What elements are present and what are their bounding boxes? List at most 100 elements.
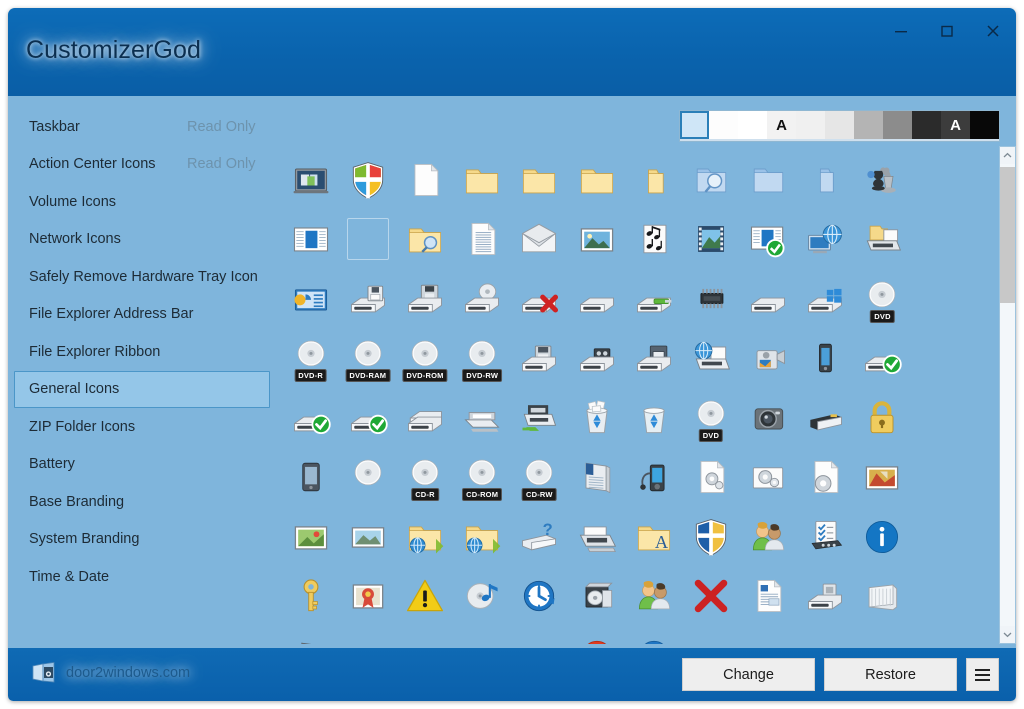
sidebar-item-time-date[interactable]: Time & Date: [14, 558, 270, 596]
restore-button[interactable]: Restore: [824, 658, 957, 691]
drive-error-icon[interactable]: [511, 269, 568, 329]
config-file-icon[interactable]: [682, 448, 739, 508]
printer-icon[interactable]: [568, 507, 625, 567]
ram-module-icon[interactable]: [854, 567, 911, 627]
clock-history-icon[interactable]: [511, 567, 568, 627]
windows-drive-icon[interactable]: [797, 269, 854, 329]
close-button[interactable]: [970, 8, 1016, 54]
folder-search-icon[interactable]: [396, 210, 453, 270]
folder-open-icon[interactable]: [568, 150, 625, 210]
floppy-drive-icon[interactable]: [339, 269, 396, 329]
swatch-gray-70[interactable]: [854, 111, 883, 139]
media-player-device-icon[interactable]: [625, 448, 682, 508]
key-icon[interactable]: [282, 567, 339, 627]
scroll-up-button[interactable]: [1000, 147, 1015, 164]
swatch-letter-a-light[interactable]: A: [767, 111, 796, 139]
blue-folder-narrow-icon[interactable]: [797, 150, 854, 210]
picture-file-icon[interactable]: [568, 210, 625, 270]
sidebar-item-base-branding[interactable]: Base Branding: [14, 483, 270, 521]
audio-cd-icon[interactable]: [339, 448, 396, 508]
swatch-dark-checker[interactable]: [912, 111, 941, 139]
tablet-icon[interactable]: [282, 626, 339, 644]
dvd-ram-drive-icon[interactable]: DVD-RAM: [339, 329, 396, 389]
drive-checked-icon[interactable]: [339, 388, 396, 448]
image-file-icon[interactable]: [854, 448, 911, 508]
image-file-icon[interactable]: [282, 507, 339, 567]
sidebar-item-network-icons[interactable]: Network Icons: [14, 221, 270, 259]
task-checklist-icon[interactable]: [797, 507, 854, 567]
cd-r-drive-icon[interactable]: CD-R: [396, 448, 453, 508]
windows-defender-shield-icon[interactable]: [339, 150, 396, 210]
blue-folder-icon[interactable]: [740, 150, 797, 210]
printer-network-icon[interactable]: [511, 388, 568, 448]
fonts-folder-icon[interactable]: A: [625, 507, 682, 567]
executable-file-icon[interactable]: [797, 448, 854, 508]
sidebar-item-volume-icons[interactable]: Volume Icons: [14, 183, 270, 221]
scroll-down-button[interactable]: [1000, 626, 1015, 643]
swatch-light-checker[interactable]: [738, 111, 767, 139]
network-printer-icon[interactable]: [682, 329, 739, 389]
recycle-bin-empty-icon[interactable]: [625, 388, 682, 448]
swatch-white[interactable]: [709, 111, 738, 139]
folder-icon[interactable]: [511, 150, 568, 210]
printer-folder-icon[interactable]: [854, 210, 911, 270]
text-document-icon[interactable]: [454, 210, 511, 270]
floppy-disk-icon[interactable]: [568, 448, 625, 508]
memory-chip-icon[interactable]: [682, 269, 739, 329]
swatch-gray-55[interactable]: [883, 111, 912, 139]
mobile-device-icon[interactable]: [797, 329, 854, 389]
presentation-icon[interactable]: [282, 269, 339, 329]
user-accounts-icon[interactable]: [625, 567, 682, 627]
sidebar-item-zip-folder-icons[interactable]: ZIP Folder Icons: [14, 408, 270, 446]
recycle-bin-full-icon[interactable]: [568, 388, 625, 448]
drive-blank-icon[interactable]: [740, 269, 797, 329]
help-icon[interactable]: ?: [625, 626, 682, 644]
empty-slot[interactable]: [339, 210, 396, 270]
brand-link[interactable]: door2windows.com: [32, 661, 190, 685]
drive-icon[interactable]: [396, 269, 453, 329]
optical-drive-icon[interactable]: [454, 269, 511, 329]
network-adapter-icon[interactable]: [339, 626, 396, 644]
warning-icon[interactable]: [396, 567, 453, 627]
lock-icon[interactable]: [854, 388, 911, 448]
sidebar-item-file-explorer-address-bar[interactable]: File Explorer Address Bar: [14, 296, 270, 334]
burn-disc-icon[interactable]: [568, 567, 625, 627]
pda-device-icon[interactable]: [282, 448, 339, 508]
blank-document-icon[interactable]: [396, 150, 453, 210]
swatch-gray-96[interactable]: [796, 111, 825, 139]
dvd-disc-icon[interactable]: DVD: [682, 388, 739, 448]
certificate-icon[interactable]: [339, 567, 396, 627]
dvd-rom-drive-icon[interactable]: DVD-ROM: [396, 329, 453, 389]
dvd-r-drive-icon[interactable]: DVD-R: [282, 329, 339, 389]
music-file-icon[interactable]: [625, 210, 682, 270]
minimize-button[interactable]: [878, 8, 924, 54]
video-file-icon[interactable]: [682, 210, 739, 270]
disabled-device-icon[interactable]: [454, 626, 511, 644]
swatch-letter-a-dark[interactable]: A: [941, 111, 970, 139]
sidebar-item-taskbar[interactable]: TaskbarRead Only: [14, 108, 270, 146]
zip-drive-icon[interactable]: [511, 329, 568, 389]
sidebar-item-file-explorer-ribbon[interactable]: File Explorer Ribbon: [14, 333, 270, 371]
games-icon[interactable]: [854, 150, 911, 210]
remote-window-icon[interactable]: [682, 626, 739, 644]
sidebar-item-general-icons[interactable]: General Icons: [14, 371, 270, 409]
change-button[interactable]: Change: [682, 658, 815, 691]
backup-drive-icon[interactable]: [625, 329, 682, 389]
usb-stick-icon[interactable]: [797, 388, 854, 448]
error-icon[interactable]: [568, 626, 625, 644]
drive-checked-icon[interactable]: [282, 388, 339, 448]
sidebar-item-safely-remove-hardware-tray-icon[interactable]: Safely Remove Hardware Tray Icon: [14, 258, 270, 296]
swatch-light-blue[interactable]: [680, 111, 709, 139]
cd-rom-drive-icon[interactable]: CD-ROM: [454, 448, 511, 508]
window-preview-icon[interactable]: [282, 210, 339, 270]
sidebar-item-action-center-icons[interactable]: Action Center IconsRead Only: [14, 146, 270, 184]
swatch-gray-90[interactable]: [825, 111, 854, 139]
scanner-icon[interactable]: [454, 388, 511, 448]
vertical-scrollbar[interactable]: [999, 146, 1016, 644]
sidebar-item-battery[interactable]: Battery: [14, 446, 270, 484]
drive-stack-icon[interactable]: [396, 388, 453, 448]
search-folder-icon[interactable]: [682, 150, 739, 210]
scanner-flat-icon[interactable]: [396, 626, 453, 644]
unknown-device-icon[interactable]: ?: [511, 507, 568, 567]
swatch-black[interactable]: [970, 111, 999, 139]
